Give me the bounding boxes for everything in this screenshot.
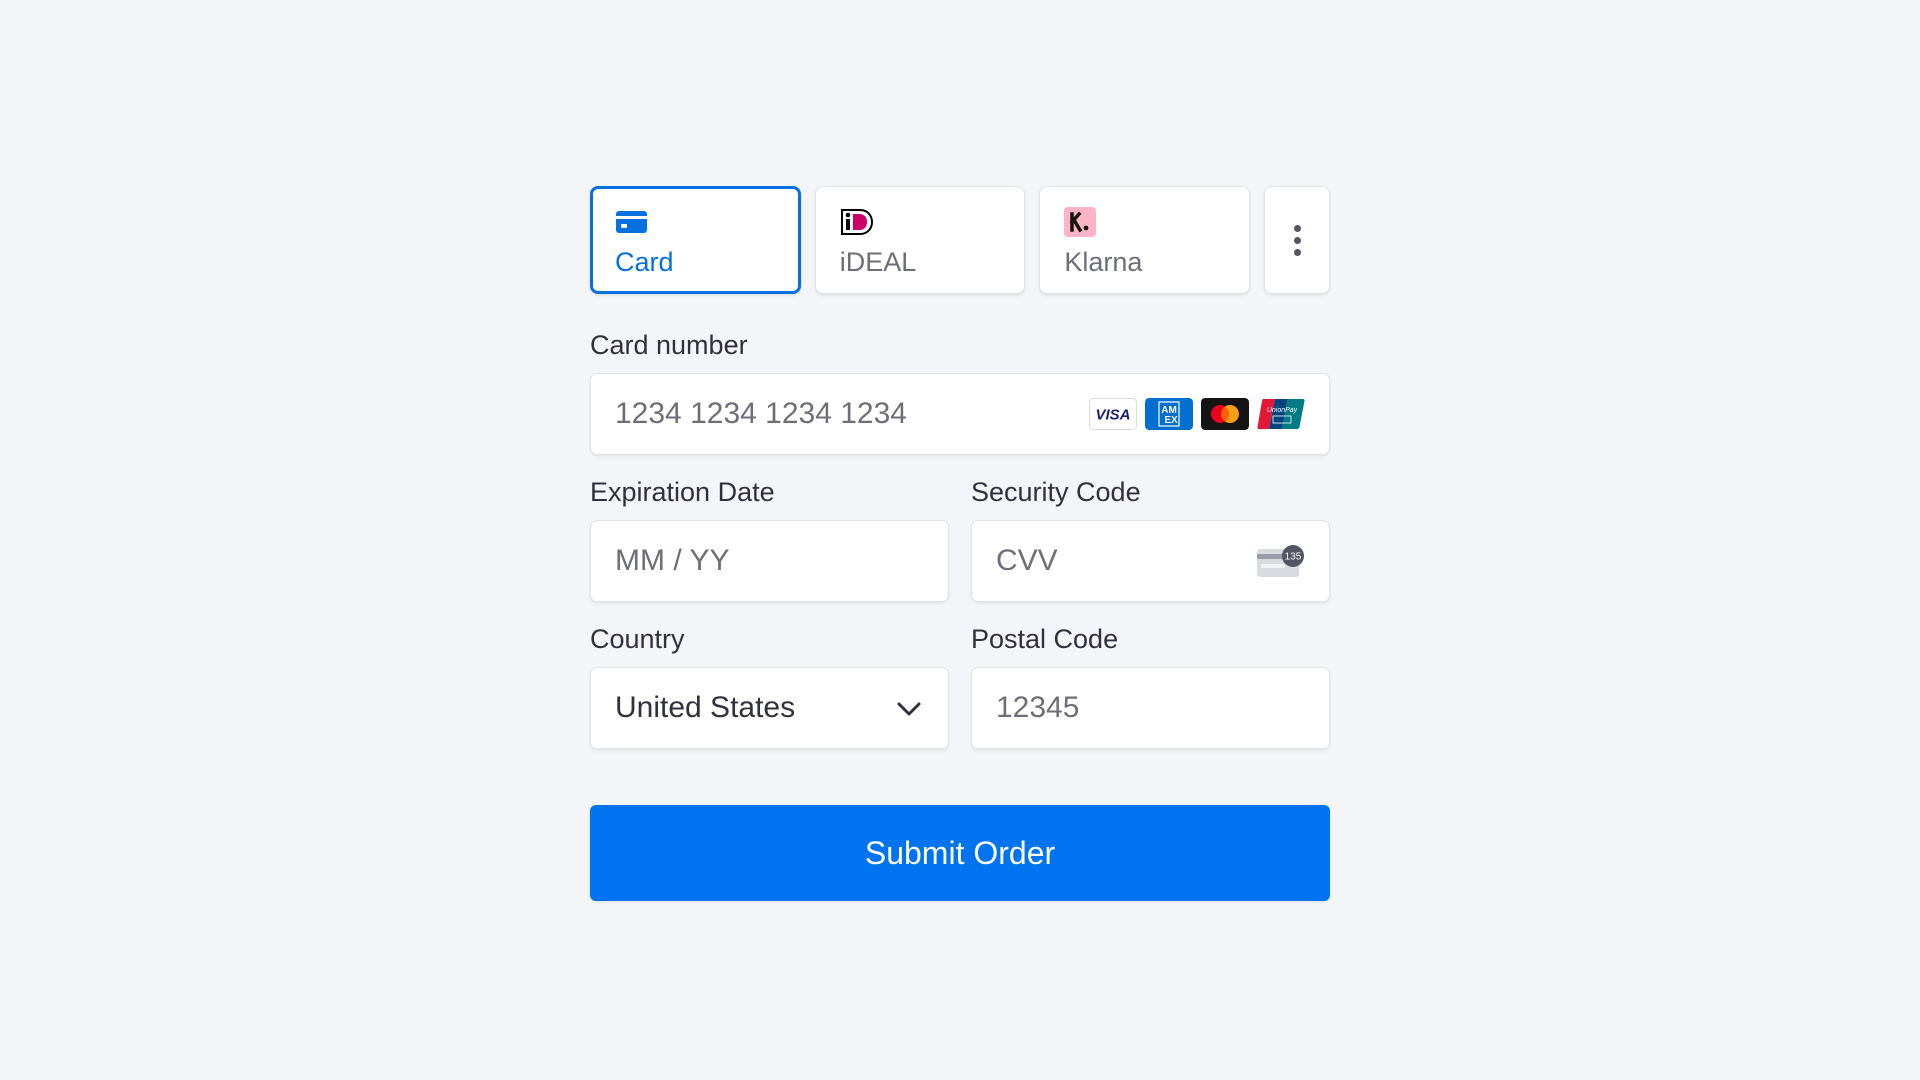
unionpay-icon: UnionPay xyxy=(1257,399,1305,429)
country-block: Country United States xyxy=(590,624,949,749)
svg-text:UnionPay: UnionPay xyxy=(1267,407,1298,414)
postal-code-input[interactable]: 12345 xyxy=(971,667,1330,749)
postal-code-label: Postal Code xyxy=(971,624,1119,654)
more-vertical-icon xyxy=(1293,224,1301,256)
cvc-icon-text: 135 xyxy=(1285,552,1302,563)
svg-text:EX: EX xyxy=(1164,415,1178,426)
postal-code-block: Postal Code 12345 xyxy=(971,624,1330,749)
security-code-block: Security Code CVV 135 xyxy=(971,477,1330,602)
expiration-placeholder: MM / YY xyxy=(615,544,730,577)
expiration-label: Expiration Date xyxy=(590,477,775,507)
tab-ideal[interactable]: iDEAL xyxy=(814,186,1026,294)
payment-method-tabs: Card iDEAL Klarna xyxy=(590,186,1331,294)
country-selected: United States xyxy=(615,691,796,724)
card-number-placeholder: 1234 1234 1234 1234 xyxy=(615,397,907,430)
tab-klarna-label: Klarna xyxy=(1064,247,1143,277)
credit-card-icon xyxy=(616,211,647,233)
tab-card[interactable]: Card xyxy=(590,186,801,294)
card-number-block: Card number 1234 1234 1234 1234 VISA AM … xyxy=(590,330,1330,455)
klarna-logo-icon xyxy=(1064,207,1097,237)
visa-icon: VISA xyxy=(1089,398,1137,430)
security-code-input[interactable]: CVV 135 xyxy=(971,520,1330,602)
amex-icon: AM EX xyxy=(1145,398,1193,430)
chevron-down-icon xyxy=(897,702,921,716)
country-select[interactable]: United States xyxy=(590,667,949,749)
tab-card-label: Card xyxy=(615,247,674,277)
submit-order-label: Submit Order xyxy=(864,834,1056,871)
country-postal-row: Country United States Postal Code 12345 xyxy=(590,624,1330,749)
submit-order-button[interactable]: Submit Order xyxy=(590,805,1330,901)
card-number-input[interactable]: 1234 1234 1234 1234 VISA AM EX UnionPay xyxy=(590,373,1330,455)
svg-text:VISA: VISA xyxy=(1095,407,1130,424)
mastercard-icon xyxy=(1201,398,1249,430)
expiry-cvc-row: Expiration Date MM / YY Security Code CV… xyxy=(590,477,1330,602)
cvc-card-icon: 135 xyxy=(1257,545,1304,577)
country-label: Country xyxy=(590,624,685,654)
ideal-logo-icon xyxy=(840,209,873,235)
more-payment-methods-button[interactable] xyxy=(1264,186,1331,294)
tab-ideal-label: iDEAL xyxy=(839,247,917,277)
card-brands: VISA AM EX UnionPay xyxy=(1089,398,1305,430)
tab-klarna[interactable]: Klarna xyxy=(1039,186,1251,294)
security-code-label: Security Code xyxy=(971,477,1141,507)
security-code-placeholder: CVV xyxy=(996,544,1058,577)
payment-form: Card iDEAL Klarna Card number 1234 1234 … xyxy=(590,186,1331,901)
postal-code-placeholder: 12345 xyxy=(996,691,1080,724)
card-number-label: Card number xyxy=(590,330,748,360)
expiration-input[interactable]: MM / YY xyxy=(590,520,949,602)
expiration-block: Expiration Date MM / YY xyxy=(590,477,949,602)
